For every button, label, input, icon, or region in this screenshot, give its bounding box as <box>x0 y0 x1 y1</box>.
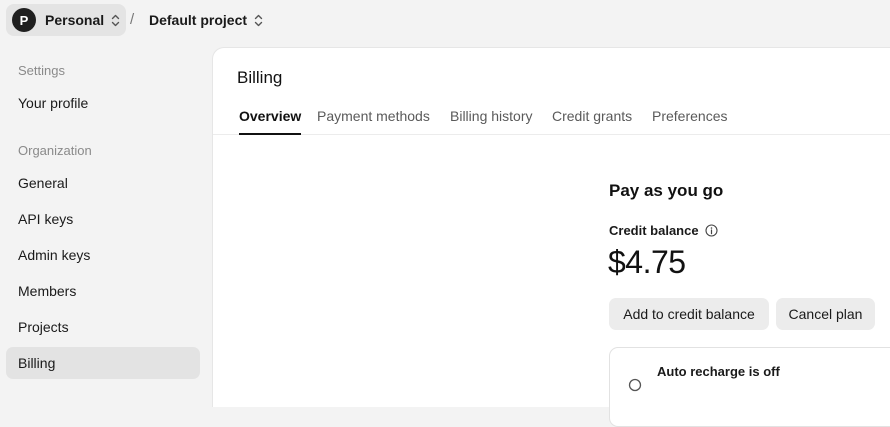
section-label-settings: Settings <box>18 63 65 78</box>
auto-recharge-title: Auto recharge is off <box>657 364 780 379</box>
sidebar-item-members[interactable]: Members <box>6 275 200 307</box>
tab-payment-methods[interactable]: Payment methods <box>317 108 430 135</box>
chevron-up-down-icon <box>254 14 263 27</box>
avatar: P <box>12 8 36 32</box>
credit-balance-amount: $4.75 <box>608 244 686 280</box>
section-label-organization: Organization <box>18 143 92 158</box>
add-to-credit-balance-button[interactable]: Add to credit balance <box>609 298 769 330</box>
cancel-plan-button[interactable]: Cancel plan <box>776 298 875 330</box>
project-switcher[interactable]: Default project <box>141 4 271 36</box>
sidebar-item-projects[interactable]: Projects <box>6 311 200 343</box>
chevron-up-down-icon <box>111 14 120 27</box>
org-name: Personal <box>45 12 105 28</box>
main-panel: Billing Overview Payment methods Billing… <box>212 47 890 427</box>
info-icon[interactable] <box>705 224 718 237</box>
org-switcher[interactable]: P Personal <box>6 4 126 36</box>
credit-balance-row: Credit balance <box>609 223 718 238</box>
auto-recharge-card: Auto recharge is off <box>609 347 890 427</box>
credit-balance-label: Credit balance <box>609 223 699 238</box>
sidebar: Settings Your profile Organization Gener… <box>0 48 212 388</box>
tab-bar: Overview Payment methods Billing history… <box>213 104 890 135</box>
tab-overview[interactable]: Overview <box>239 108 302 135</box>
page-title: Billing <box>237 68 283 87</box>
sidebar-item-your-profile[interactable]: Your profile <box>6 87 200 119</box>
sidebar-item-admin-keys[interactable]: Admin keys <box>6 239 200 271</box>
tab-credit-grants[interactable]: Credit grants <box>552 108 632 135</box>
project-name: Default project <box>149 12 248 28</box>
breadcrumb-separator: / <box>130 11 135 28</box>
tab-preferences[interactable]: Preferences <box>652 108 727 135</box>
tab-billing-history[interactable]: Billing history <box>450 108 532 135</box>
sidebar-item-api-keys[interactable]: API keys <box>6 203 200 235</box>
sidebar-item-billing[interactable]: Billing <box>6 347 200 379</box>
sidebar-item-general[interactable]: General <box>6 167 200 199</box>
plan-title: Pay as you go <box>609 181 724 200</box>
top-bar: P Personal / Default project <box>0 0 890 44</box>
